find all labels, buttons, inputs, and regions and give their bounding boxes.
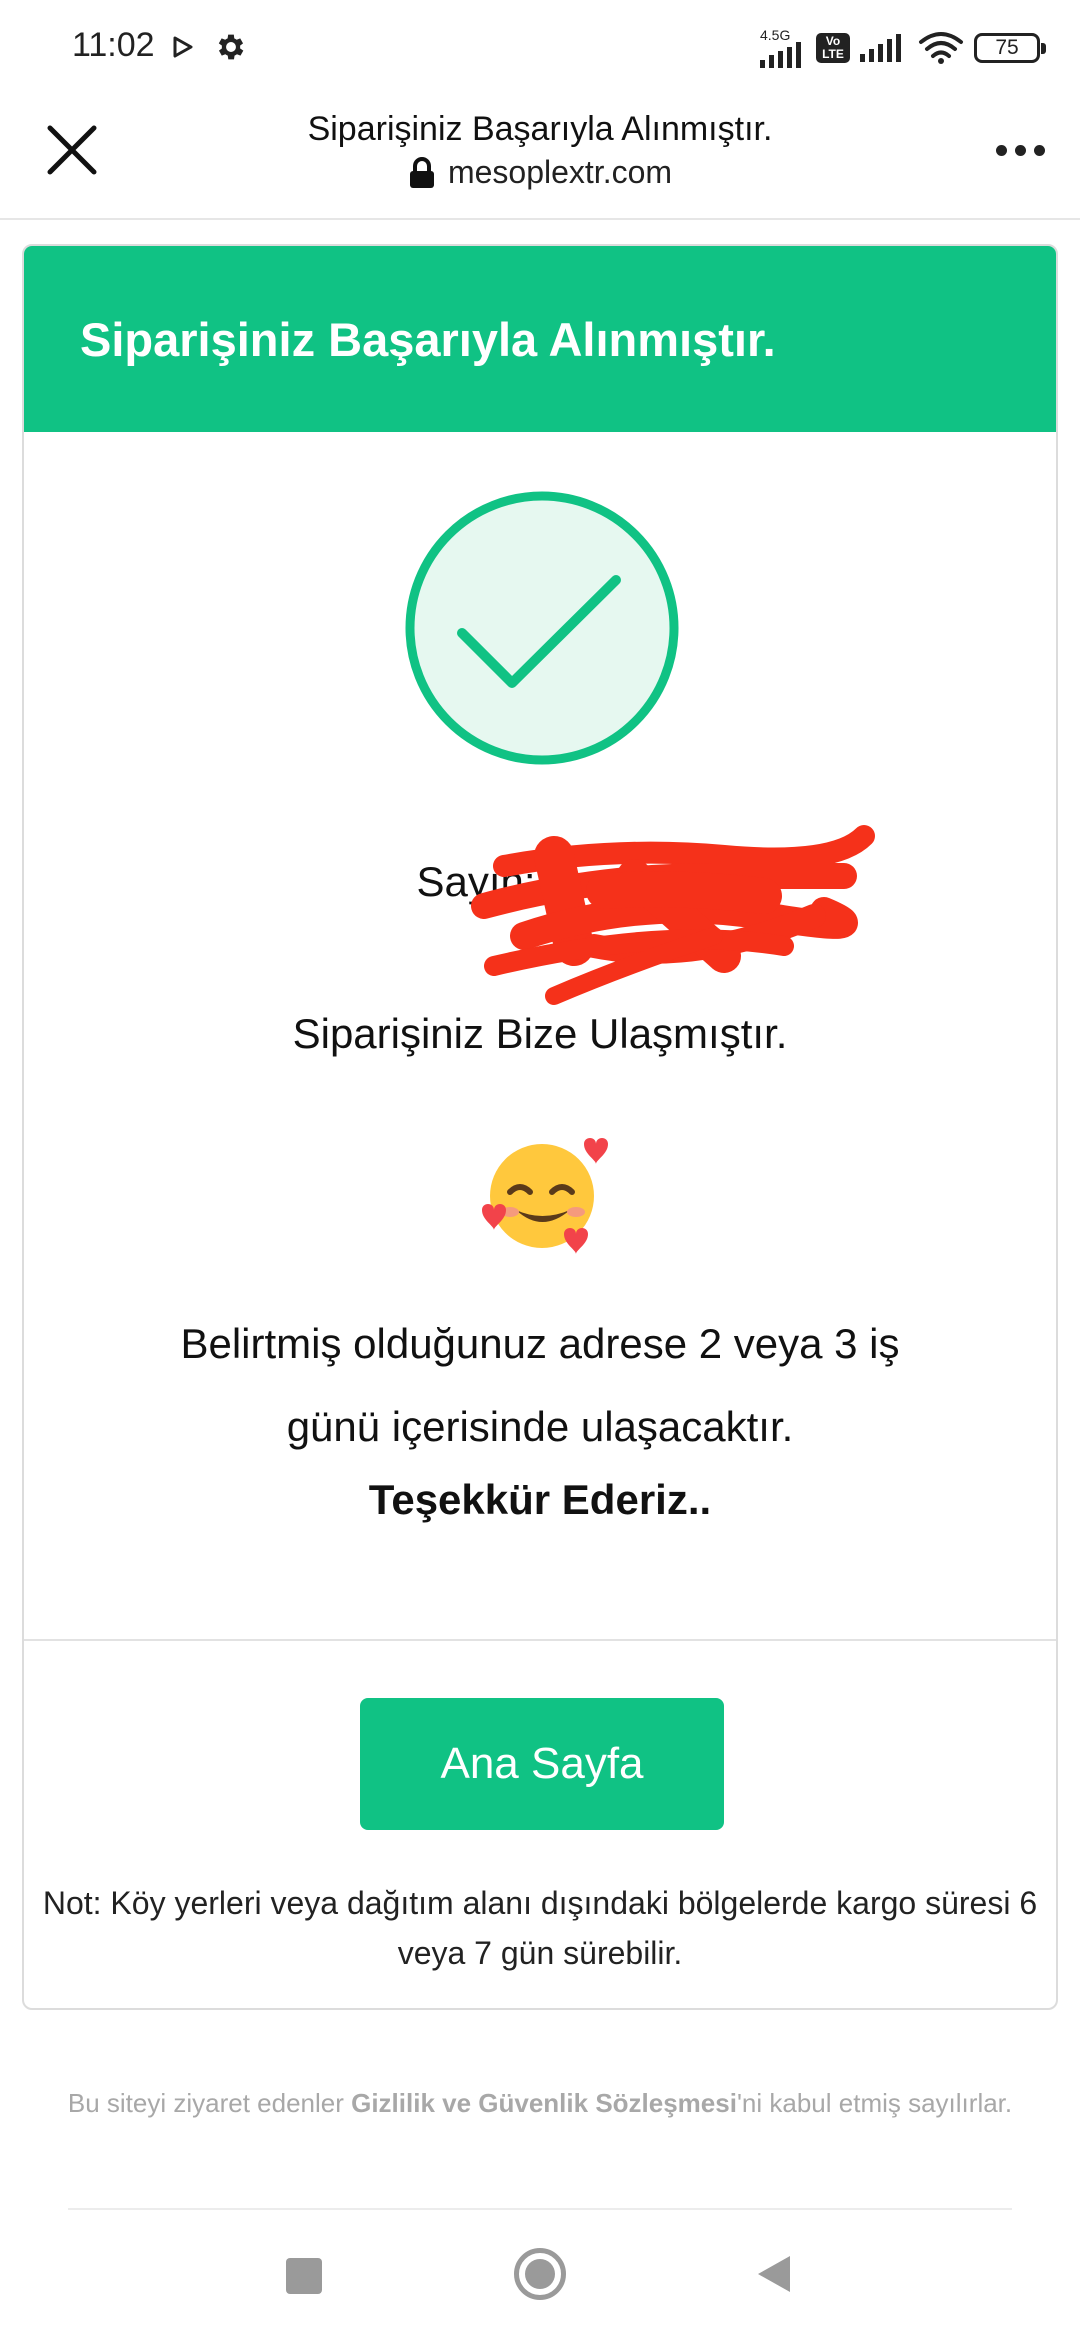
received-message: Siparişiniz Bize Ulaşmıştır. xyxy=(292,1010,788,1057)
back-icon[interactable] xyxy=(756,2254,792,2294)
url-display[interactable]: mesoplextr.com xyxy=(0,154,1080,191)
recents-icon[interactable] xyxy=(286,2258,322,2294)
page-title: Siparişiniz Başarıyla Alınmıştır. xyxy=(307,110,773,148)
network-type: 4.5G xyxy=(760,27,791,43)
card-header: Siparişiniz Başarıyla Alınmıştır. xyxy=(24,246,1056,432)
signal-icon xyxy=(760,42,801,68)
checkmark-icon xyxy=(405,491,679,765)
shipping-note: Not: Köy yerleri veya dağıtım alanı dışı… xyxy=(42,1885,1038,1971)
gear-icon xyxy=(218,34,244,60)
volte-badge: Vo LTE xyxy=(816,33,850,63)
order-confirmation-card: Siparişiniz Başarıyla Alınmıştır. Sayın:… xyxy=(22,244,1058,2010)
footer-notice: Bu siteyi ziyaret edenler Gizlilik ve Gü… xyxy=(67,2088,1013,2118)
more-button[interactable] xyxy=(988,126,1052,174)
system-nav-bar xyxy=(0,2230,1080,2340)
thanks-message: Teşekkür Ederiz.. xyxy=(368,1476,712,1523)
home-icon[interactable] xyxy=(514,2248,566,2300)
divider xyxy=(24,1639,1056,1641)
lock-icon xyxy=(409,156,434,188)
delivery-line-1: Belirtmiş olduğunuz adrese 2 veya 3 iş xyxy=(180,1320,900,1367)
delivery-line-2: günü içerisinde ulaşacaktır. xyxy=(286,1403,794,1450)
battery-icon: 75 xyxy=(974,33,1046,63)
signal-icon xyxy=(860,34,901,62)
status-icons: 4.5G Vo LTE 75 xyxy=(760,26,1046,70)
privacy-agreement-link[interactable]: Gizlilik ve Güvenlik Sözleşmesi xyxy=(351,2088,737,2118)
wifi-icon xyxy=(919,32,963,64)
smiling-face-with-hearts-emoji xyxy=(482,1138,608,1254)
redaction-scribble xyxy=(471,825,875,1005)
card-title: Siparişiniz Başarıyla Alınmıştır. xyxy=(80,312,776,366)
delivery-message: Belirtmiş olduğunuz adrese 2 veya 3 iş g… xyxy=(84,1302,996,1468)
browser-header: Siparişiniz Başarıyla Alınmıştır. mesopl… xyxy=(0,92,1080,220)
more-icon xyxy=(995,144,1007,156)
status-bar: 11:02 4.5G Vo LTE 75 xyxy=(0,0,1080,92)
status-time: 11:02 xyxy=(72,26,155,64)
home-page-button[interactable]: Ana Sayfa xyxy=(360,1698,724,1830)
play-icon xyxy=(173,36,193,58)
footer-divider xyxy=(68,2208,1012,2210)
url-text: mesoplextr.com xyxy=(447,154,673,190)
